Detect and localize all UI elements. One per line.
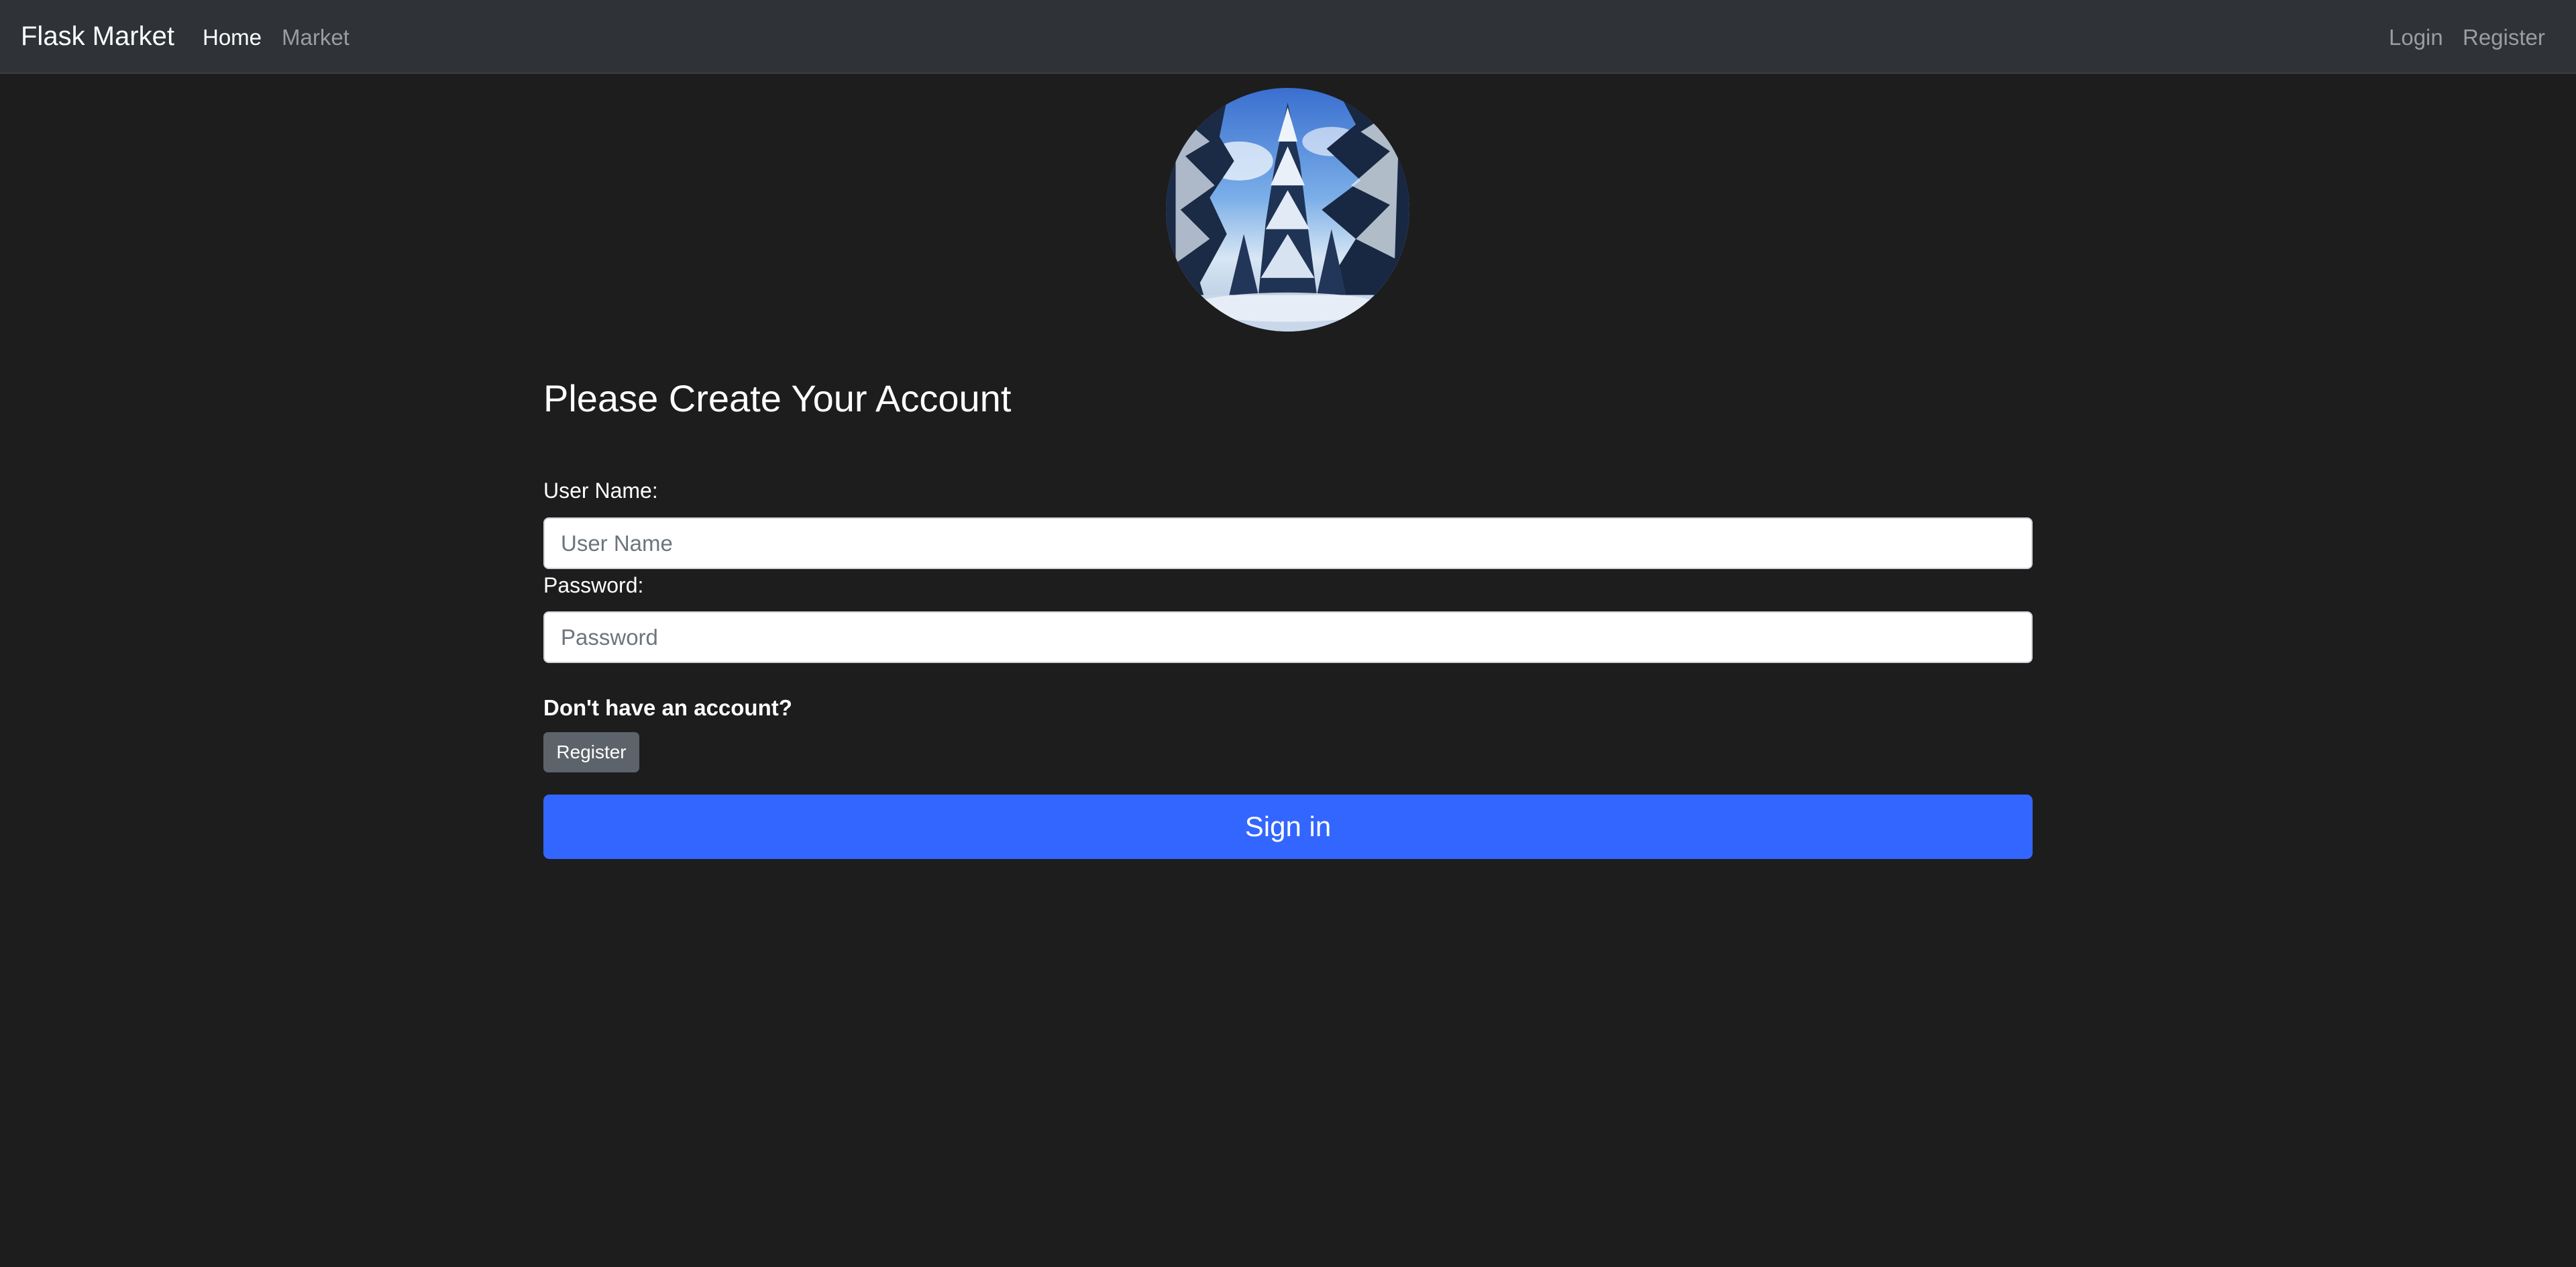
profile-image [1166,88,1409,332]
sign-in-button[interactable]: Sign in [543,795,2033,859]
password-label: Password: [543,573,644,597]
nav-login-link[interactable]: Login [2389,23,2443,52]
password-input[interactable] [543,611,2033,663]
nav-home-link[interactable]: Home [203,23,262,52]
page-title: Please Create Your Account [543,377,1012,419]
username-label: User Name: [543,478,658,503]
brand-link[interactable]: Flask Market [21,19,174,54]
no-account-text: Don't have an account? [543,695,792,720]
username-input[interactable] [543,517,2033,569]
top-navbar: Flask Market Home Market Login Register [0,0,2576,74]
register-button[interactable]: Register [543,732,639,772]
nav-register-link[interactable]: Register [2463,23,2545,52]
nav-market-link[interactable]: Market [282,23,350,52]
snowy-forest-image [1166,88,1409,332]
